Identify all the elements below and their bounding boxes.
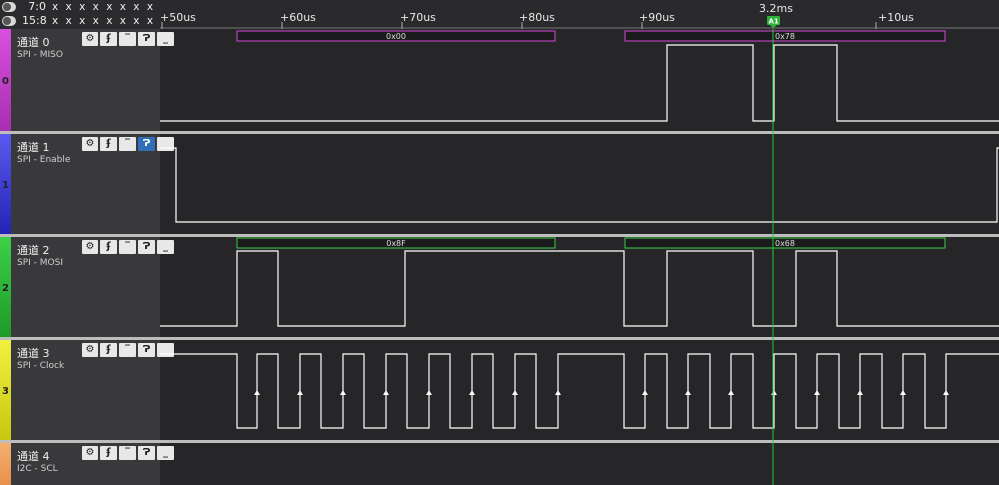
timeline-svg: +50us +60us +70us +80us +90us +10us 3.2m… [160, 2, 999, 29]
falling-edge-icon[interactable]: Ɂ [138, 240, 155, 254]
marker-flag-icon[interactable]: A1 [767, 16, 780, 28]
toggle-icon[interactable] [2, 16, 16, 26]
bits-range-label: 15:8 [22, 14, 47, 27]
channel-1: 1 通道 1 SPI - Enable ⚙ ʄ ‾ Ɂ _ [0, 134, 999, 234]
tick-label: +50us [160, 11, 196, 24]
falling-edge-icon[interactable]: Ɂ [138, 446, 155, 460]
gear-icon[interactable]: ⚙ [82, 32, 98, 46]
gear-icon[interactable]: ⚙ [82, 240, 98, 254]
channel-3: 3 通道 3 SPI - Clock ⚙ ʄ ‾ Ɂ _ [0, 340, 999, 440]
rising-edge-icon[interactable]: ʄ [100, 343, 117, 357]
channel-2-waveform[interactable]: 0x8F 0x68 [160, 237, 999, 337]
channel-3-waveform[interactable] [160, 340, 999, 440]
gear-icon[interactable]: ⚙ [82, 446, 98, 460]
channel-side-number: 0 [2, 76, 9, 87]
bus-value-panel: 7:0 x x x x x x x x 15:8 x x x x x x x x [0, 0, 161, 29]
channel-0: 0 通道 0 SPI - MISO ⚙ ʄ ‾ Ɂ _ 0x00 0x78 [0, 29, 999, 131]
channel-0-waveform[interactable]: 0x00 0x78 [160, 29, 999, 131]
toggle-icon[interactable] [2, 2, 16, 12]
signal-trace [160, 147, 999, 223]
channel-color-strip [0, 443, 11, 485]
channel-1-sidebar[interactable]: 1 通道 1 SPI - Enable ⚙ ʄ ‾ Ɂ _ [0, 134, 174, 234]
decode-value: 0x78 [775, 32, 795, 41]
bits-row-7-0: 7:0 x x x x x x x x [0, 0, 160, 14]
rising-edge-icon[interactable]: ʄ [100, 446, 117, 460]
tick-label: +60us [280, 11, 316, 24]
bits-row-15-8: 15:8 x x x x x x x x [0, 14, 160, 28]
bits-values: x x x x x x x x [52, 1, 156, 13]
high-level-icon[interactable]: ‾ [119, 446, 136, 460]
decode-value: 0x8F [386, 239, 406, 248]
channel-side-number: 1 [2, 180, 9, 191]
channel-4-sidebar[interactable]: 通道 4 I2C - SCL ⚙ ʄ ‾ Ɂ _ [0, 443, 174, 485]
high-level-icon[interactable]: ‾ [119, 343, 136, 357]
channel-0-sidebar[interactable]: 0 通道 0 SPI - MISO ⚙ ʄ ‾ Ɂ _ [0, 29, 174, 131]
signal-trace [160, 353, 999, 429]
channel-name[interactable]: 通道 0 [17, 34, 50, 50]
channel-3-sidebar[interactable]: 3 通道 3 SPI - Clock ⚙ ʄ ‾ Ɂ _ [0, 340, 174, 440]
bits-range-label: 7:0 [28, 0, 46, 13]
channel-subtitle: SPI - MOSI [17, 258, 63, 268]
marker-label: A1 [769, 18, 779, 26]
channel-name[interactable]: 通道 4 [17, 448, 50, 464]
channel-2: 2 通道 2 SPI - MOSI ⚙ ʄ ‾ Ɂ _ 0x8F 0x68 [0, 237, 999, 337]
bits-values: x x x x x x x x [52, 15, 156, 27]
high-level-icon[interactable]: ‾ [119, 32, 136, 46]
channel-1-waveform[interactable] [160, 134, 999, 234]
rising-edge-icon[interactable]: ʄ [100, 137, 117, 151]
rising-edge-icon[interactable]: ʄ [100, 32, 117, 46]
channel-4-waveform[interactable] [160, 443, 999, 485]
signal-trace [160, 250, 999, 327]
falling-edge-icon[interactable]: Ɂ [138, 137, 155, 151]
signal-trace [160, 44, 999, 122]
tick-label: +10us [878, 11, 914, 24]
falling-edge-icon[interactable]: Ɂ [138, 343, 155, 357]
gear-icon[interactable]: ⚙ [82, 137, 98, 151]
channel-subtitle: SPI - Enable [17, 155, 71, 165]
channel-name[interactable]: 通道 1 [17, 139, 50, 155]
tick-label: +90us [639, 11, 675, 24]
channel-subtitle: I2C - SCL [17, 464, 58, 474]
sample-arrow-icons [254, 390, 949, 395]
gear-icon[interactable]: ⚙ [82, 343, 98, 357]
channel-4: 通道 4 I2C - SCL ⚙ ʄ ‾ Ɂ _ [0, 443, 999, 485]
channel-name[interactable]: 通道 3 [17, 345, 50, 361]
channel-name[interactable]: 通道 2 [17, 242, 50, 258]
channel-subtitle: SPI - Clock [17, 361, 65, 371]
decode-value: 0x00 [386, 32, 406, 41]
high-level-icon[interactable]: ‾ [119, 240, 136, 254]
channel-side-number: 2 [2, 283, 9, 294]
high-level-icon[interactable]: ‾ [119, 137, 136, 151]
timeline-ruler[interactable]: +50us +60us +70us +80us +90us +10us 3.2m… [160, 0, 999, 29]
decode-value: 0x68 [775, 239, 795, 248]
tick-label: +80us [519, 11, 555, 24]
rising-edge-icon[interactable]: ʄ [100, 240, 117, 254]
marker-time-label: 3.2ms [759, 2, 793, 15]
tick-label: +70us [400, 11, 436, 24]
channel-side-number: 3 [2, 386, 9, 397]
channel-2-sidebar[interactable]: 2 通道 2 SPI - MOSI ⚙ ʄ ‾ Ɂ _ [0, 237, 174, 337]
channel-subtitle: SPI - MISO [17, 50, 63, 60]
falling-edge-icon[interactable]: Ɂ [138, 32, 155, 46]
